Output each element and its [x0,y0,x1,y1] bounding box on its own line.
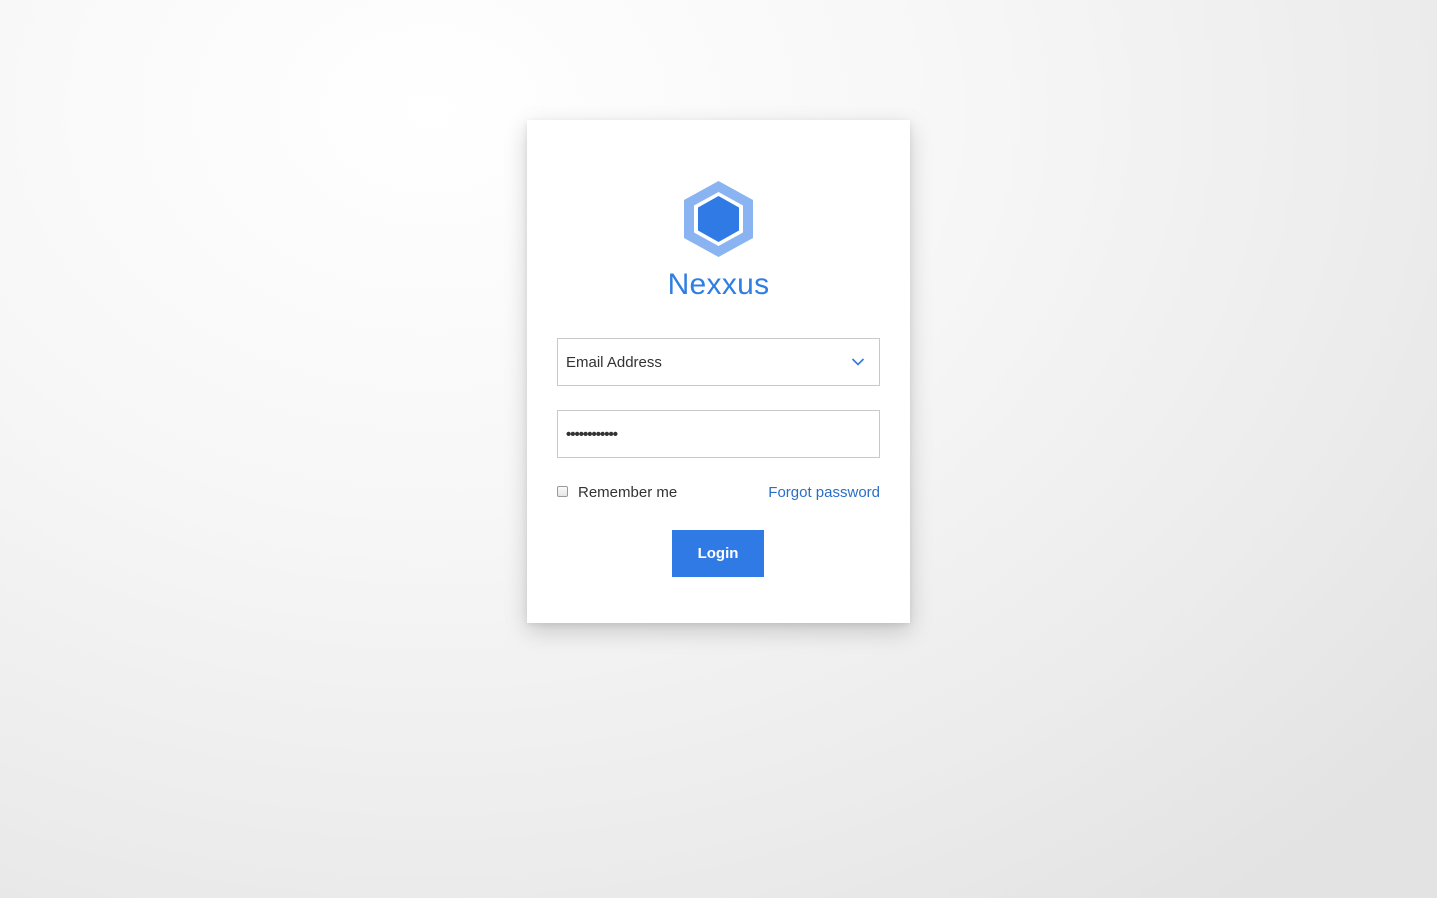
email-field-value: Email Address [566,353,662,371]
password-field-value: •••••••••••• [566,425,618,443]
password-field[interactable]: •••••••••••• [557,410,880,458]
login-button[interactable]: Login [672,530,764,577]
brand-name: Nexxus [667,268,770,301]
login-card: Nexxus Email Address •••••••••••• Rememb… [527,120,910,623]
remember-row: Remember me Forgot password [557,482,880,504]
remember-checkbox[interactable] [557,486,568,497]
hexagon-icon [684,181,753,257]
remember-label[interactable]: Remember me [578,484,677,501]
email-field[interactable]: Email Address [557,338,880,386]
chevron-down-icon[interactable] [851,357,865,367]
forgot-password-link[interactable]: Forgot password [768,484,880,501]
